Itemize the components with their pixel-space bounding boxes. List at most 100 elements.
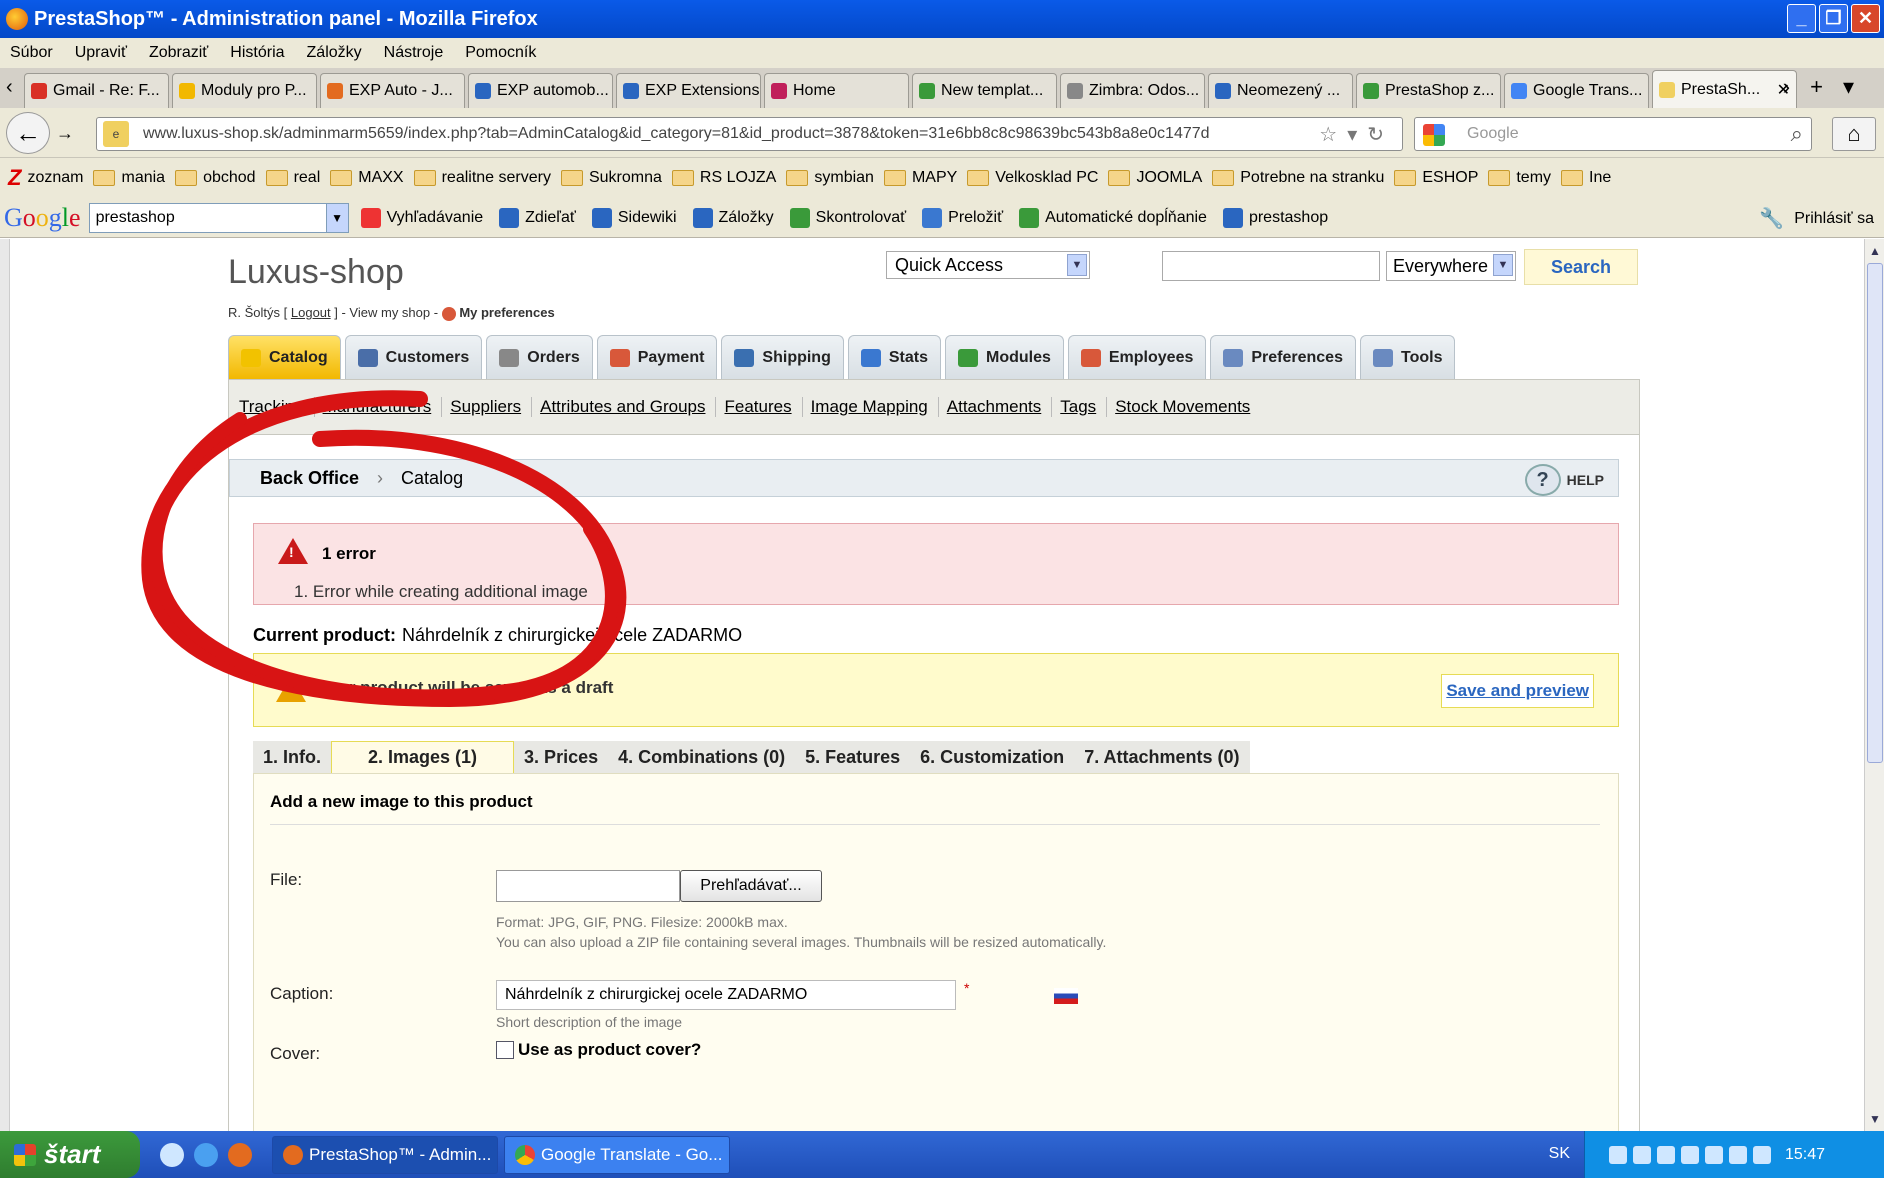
bookmark-item[interactable]: temy xyxy=(1488,169,1551,187)
bookmark-item[interactable]: JOOMLA xyxy=(1108,169,1202,187)
product-tab[interactable]: 3. Prices xyxy=(514,741,609,773)
tray-icon[interactable] xyxy=(1753,1145,1771,1164)
subnav-link[interactable]: Features xyxy=(716,397,803,417)
main-tab-preferences[interactable]: Preferences xyxy=(1210,335,1356,379)
cover-checkbox[interactable] xyxy=(496,1041,514,1059)
firefox-icon[interactable] xyxy=(228,1142,252,1167)
google-toolbar-item[interactable]: Skontrolovať xyxy=(789,207,906,228)
new-tab-icon[interactable]: ›+▾ xyxy=(1783,74,1874,100)
main-tab-payment[interactable]: Payment xyxy=(596,335,718,379)
minimize-button[interactable]: _ xyxy=(1787,4,1816,33)
menu-view[interactable]: Zobraziť xyxy=(149,44,208,62)
bookmark-item[interactable]: obchod xyxy=(175,169,256,187)
browser-tab[interactable]: EXP automob... xyxy=(468,73,613,108)
caption-input[interactable]: Náhrdelník z chirurgickej ocele ZADARMO xyxy=(496,980,956,1010)
product-tab[interactable]: 2. Images (1) xyxy=(331,741,515,773)
subnav-link[interactable]: Stock Movements xyxy=(1107,397,1260,417)
tray-icon[interactable] xyxy=(1657,1145,1675,1164)
signin-link[interactable]: Prihlásiť sa xyxy=(1794,210,1874,228)
tray-icon[interactable] xyxy=(1729,1145,1747,1164)
browser-tab[interactable]: New templat... xyxy=(912,73,1057,108)
browser-tab[interactable]: EXP Extensions xyxy=(616,73,761,108)
subnav-link[interactable]: Tracking xyxy=(239,397,315,417)
desktop-icon[interactable] xyxy=(160,1142,184,1167)
product-tab[interactable]: 5. Features xyxy=(795,741,911,773)
google-toolbar-item[interactable]: prestashop xyxy=(1222,207,1328,228)
subnav-link[interactable]: Image Mapping xyxy=(803,397,939,417)
bookmark-item[interactable]: mania xyxy=(93,169,165,187)
bookmark-item[interactable]: MAXX xyxy=(330,169,404,187)
wrench-icon[interactable]: 🔧 xyxy=(1759,206,1784,231)
back-button[interactable]: ← xyxy=(6,112,50,154)
menu-tools[interactable]: Nástroje xyxy=(384,44,444,62)
main-tab-customers[interactable]: Customers xyxy=(344,335,483,379)
bookmark-item[interactable]: Zzoznam xyxy=(8,165,83,191)
bookmark-star-icon[interactable]: ☆▾↻ xyxy=(1319,122,1394,147)
subnav-link[interactable]: Attachments xyxy=(939,397,1053,417)
slovak-flag-icon[interactable] xyxy=(1054,988,1078,1004)
bookmark-item[interactable]: Ine xyxy=(1561,169,1611,187)
subnav-link[interactable]: Tags xyxy=(1052,397,1108,417)
menu-edit[interactable]: Upraviť xyxy=(75,44,127,62)
browser-tab[interactable]: PrestaSh... ✕ xyxy=(1652,70,1797,108)
logout-link[interactable]: Logout xyxy=(291,305,331,320)
start-button[interactable]: štart xyxy=(0,1131,140,1178)
url-bar[interactable]: e www.luxus-shop.sk/adminmarm5659/index.… xyxy=(96,117,1403,151)
product-tab[interactable]: 4. Combinations (0) xyxy=(608,741,796,773)
google-toolbar-item[interactable]: Zdieľať xyxy=(499,207,576,228)
chevron-down-icon[interactable]: ▼ xyxy=(325,203,348,232)
browser-tab[interactable]: Neomezený ... xyxy=(1208,73,1353,108)
browser-tab[interactable]: Moduly pro P... xyxy=(172,73,317,108)
menu-file[interactable]: Súbor xyxy=(10,44,53,62)
main-tab-tools[interactable]: Tools xyxy=(1359,335,1456,379)
bookmark-item[interactable]: MAPY xyxy=(883,169,957,187)
taskbar-item-google-translate[interactable]: Google Translate - Go... xyxy=(504,1135,730,1174)
help-button[interactable]: ? HELP xyxy=(1524,464,1604,496)
bookmark-item[interactable]: Sukromna xyxy=(560,169,662,187)
my-preferences-link[interactable]: My preferences xyxy=(459,305,554,320)
product-tab[interactable]: 7. Attachments (0) xyxy=(1074,741,1250,773)
main-tab-stats[interactable]: Stats xyxy=(847,335,941,379)
tray-icon[interactable] xyxy=(1609,1145,1627,1164)
browse-button[interactable]: Prehľadávať... xyxy=(680,870,822,902)
menu-history[interactable]: História xyxy=(230,44,284,62)
browser-tab[interactable]: PrestaShop z... xyxy=(1356,73,1501,108)
product-tab[interactable]: 6. Customization xyxy=(910,741,1075,773)
save-and-preview-link[interactable]: Save and preview xyxy=(1441,674,1594,708)
menu-bookmarks[interactable]: Záložky xyxy=(307,44,362,62)
product-tab[interactable]: 1. Info. xyxy=(253,741,331,773)
google-toolbar-item[interactable]: Vyhľadávanie xyxy=(360,207,483,228)
search-bar[interactable]: Google ⌕ xyxy=(1414,117,1812,151)
google-toolbar-item[interactable]: Záložky xyxy=(692,207,774,228)
browser-tab[interactable]: Zimbra: Odos... xyxy=(1060,73,1205,108)
bookmark-item[interactable]: Potrebne na stranku xyxy=(1212,169,1384,187)
scrollbar-thumb[interactable] xyxy=(1867,263,1883,763)
bookmark-item[interactable]: real xyxy=(265,169,320,187)
vertical-scrollbar[interactable]: ▲ ▼ xyxy=(1864,239,1884,1131)
subnav-link[interactable]: Manufacturers xyxy=(315,397,443,417)
bookmark-item[interactable]: ESHOP xyxy=(1394,169,1478,187)
breadcrumb-root[interactable]: Back Office xyxy=(260,468,359,489)
bookmark-item[interactable]: symbian xyxy=(786,169,874,187)
tray-icon[interactable] xyxy=(1705,1145,1723,1164)
tray-icon[interactable] xyxy=(1633,1145,1651,1164)
scroll-up-icon[interactable]: ▲ xyxy=(1867,241,1883,261)
taskbar-item-prestashop[interactable]: PrestaShop™ - Admin... xyxy=(272,1135,498,1174)
home-button[interactable]: ⌂ xyxy=(1832,117,1876,151)
google-toolbar-item[interactable]: Sidewiki xyxy=(591,207,677,228)
maximize-button[interactable]: ❐ xyxy=(1819,4,1848,33)
main-tab-employees[interactable]: Employees xyxy=(1067,335,1207,379)
main-tab-shipping[interactable]: Shipping xyxy=(721,335,844,379)
scroll-down-icon[interactable]: ▼ xyxy=(1867,1109,1883,1129)
forward-button[interactable]: → xyxy=(50,118,80,148)
browser-tab[interactable]: EXP Auto - J... xyxy=(320,73,465,108)
search-scope-select[interactable]: Everywhere ▼ xyxy=(1386,251,1516,281)
tray-icon[interactable] xyxy=(1681,1145,1699,1164)
tabs-scroll-left-icon[interactable]: ‹ xyxy=(6,76,13,99)
google-toolbar-item[interactable]: Automatické dopĺňanie xyxy=(1019,207,1207,228)
bookmark-item[interactable]: realitne servery xyxy=(413,169,551,187)
file-input[interactable] xyxy=(496,870,680,902)
browser-tab[interactable]: Home xyxy=(764,73,909,108)
subnav-link[interactable]: Suppliers xyxy=(442,397,533,417)
magnifier-icon[interactable]: ⌕ xyxy=(1791,121,1803,147)
